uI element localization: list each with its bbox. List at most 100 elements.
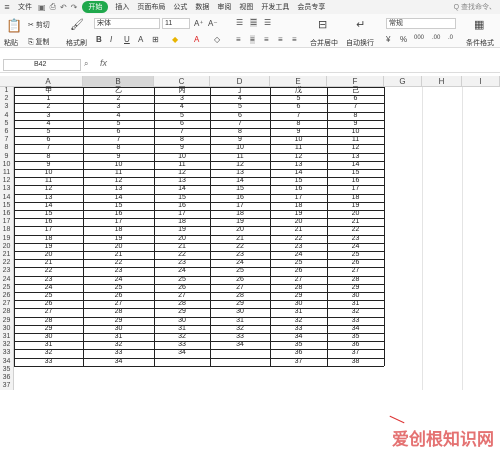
table-cell[interactable]: 12 (210, 161, 270, 169)
table-cell[interactable]: 13 (210, 169, 270, 177)
header-cell[interactable]: 丙 (154, 87, 210, 95)
table-cell[interactable]: 15 (14, 210, 83, 218)
table-cell[interactable]: 22 (210, 243, 270, 251)
font-size-select[interactable]: 11 (162, 18, 190, 29)
tab-7[interactable]: 会员专享 (293, 4, 329, 11)
table-cell[interactable]: 20 (83, 243, 154, 251)
strikethrough-icon[interactable]: A (138, 35, 143, 44)
table-cell[interactable]: 9 (154, 144, 210, 152)
table-cell[interactable]: 14 (14, 202, 83, 210)
search-command[interactable]: Q 查找命令、 (454, 2, 500, 12)
font-color-icon[interactable]: A (194, 35, 199, 44)
table-cell[interactable]: 29 (210, 300, 270, 308)
header-cell[interactable]: 甲 (14, 87, 83, 95)
table-cell[interactable]: 8 (210, 128, 270, 136)
table-cell[interactable]: 11 (154, 161, 210, 169)
table-cell[interactable]: 9 (14, 161, 83, 169)
row-header[interactable]: 6 (0, 128, 14, 137)
percent-icon[interactable]: % (400, 35, 407, 44)
table-cell[interactable]: 20 (14, 251, 83, 259)
row-header[interactable]: 9 (0, 152, 14, 161)
table-cell[interactable]: 32 (154, 333, 210, 341)
table-cell[interactable]: 33 (327, 317, 384, 325)
row-header[interactable]: 27 (0, 300, 14, 309)
font-shrink-icon[interactable]: A⁻ (208, 19, 218, 28)
bold-button[interactable]: B (96, 35, 102, 44)
table-cell[interactable]: 25 (327, 251, 384, 259)
row-header[interactable]: 10 (0, 160, 14, 169)
header-cell[interactable]: 丁 (210, 87, 270, 95)
table-cell[interactable]: 32 (210, 325, 270, 333)
table-cell[interactable]: 5 (14, 128, 83, 136)
table-cell[interactable]: 30 (210, 308, 270, 316)
table-cell[interactable]: 9 (327, 120, 384, 128)
table-cell[interactable]: 9 (270, 128, 327, 136)
table-cell[interactable]: 33 (154, 341, 210, 349)
row-header[interactable]: 33 (0, 349, 14, 358)
decrease-decimal-icon[interactable]: .0 (448, 35, 453, 41)
number-format-select[interactable]: 常规 (386, 18, 456, 29)
row-header[interactable]: 24 (0, 275, 14, 284)
table-cell[interactable]: 22 (14, 267, 83, 275)
wrap-icon[interactable]: ↵ (356, 18, 365, 31)
table-cell[interactable]: 16 (327, 177, 384, 185)
column-header-g[interactable]: G (384, 76, 422, 87)
table-cell[interactable]: 27 (83, 300, 154, 308)
table-cell[interactable]: 29 (14, 325, 83, 333)
table-cell[interactable]: 32 (14, 349, 83, 357)
table-cell[interactable]: 19 (327, 202, 384, 210)
merge-icon[interactable]: ⊟ (318, 18, 327, 31)
table-cell[interactable]: 20 (327, 210, 384, 218)
table-cell[interactable]: 29 (327, 284, 384, 292)
column-header-a[interactable]: A (14, 76, 83, 87)
table-cell[interactable]: 28 (154, 300, 210, 308)
table-cell[interactable]: 4 (83, 112, 154, 120)
table-cell[interactable]: 7 (327, 103, 384, 111)
table-cell[interactable]: 8 (83, 144, 154, 152)
row-header[interactable]: 37 (0, 382, 14, 391)
tab-3[interactable]: 数据 (191, 4, 213, 11)
table-cell[interactable]: 10 (14, 169, 83, 177)
table-cell[interactable]: 22 (154, 251, 210, 259)
table-cell[interactable]: 17 (210, 202, 270, 210)
format-painter-button[interactable]: 格式刷 (66, 38, 87, 48)
table-cell[interactable]: 5 (270, 95, 327, 103)
table-cell[interactable]: 22 (270, 235, 327, 243)
underline-button[interactable]: U (124, 35, 130, 44)
table-cell[interactable]: 25 (154, 276, 210, 284)
row-header[interactable]: 17 (0, 218, 14, 227)
table-cell[interactable]: 21 (270, 226, 327, 234)
table-cell[interactable]: 33 (83, 349, 154, 357)
column-header-e[interactable]: E (270, 76, 327, 87)
table-cell[interactable]: 4 (14, 120, 83, 128)
table-cell[interactable]: 30 (83, 325, 154, 333)
column-header-c[interactable]: C (154, 76, 210, 87)
table-cell[interactable]: 13 (327, 153, 384, 161)
fill-color-icon[interactable]: ◆ (172, 35, 178, 44)
row-header[interactable]: 31 (0, 333, 14, 342)
fx-icon[interactable]: fx (100, 58, 107, 68)
table-cell[interactable]: 17 (270, 194, 327, 202)
zoom-icon[interactable]: ⌕ (84, 59, 88, 69)
table-cell[interactable]: 29 (83, 317, 154, 325)
table-cell[interactable]: 34 (154, 349, 210, 357)
table-cell[interactable]: 10 (154, 153, 210, 161)
row-header[interactable]: 15 (0, 201, 14, 210)
table-cell[interactable]: 23 (14, 276, 83, 284)
table-cell[interactable]: 31 (210, 317, 270, 325)
table-cell[interactable]: 10 (270, 136, 327, 144)
table-cell[interactable]: 29 (154, 308, 210, 316)
table-cell[interactable]: 24 (270, 251, 327, 259)
table-cell[interactable]: 34 (83, 358, 154, 366)
table-cell[interactable]: 36 (270, 349, 327, 357)
table-cell[interactable]: 13 (270, 161, 327, 169)
table-cell[interactable]: 7 (210, 120, 270, 128)
row-header[interactable]: 30 (0, 324, 14, 333)
table-cell[interactable]: 24 (210, 259, 270, 267)
table-cell[interactable]: 35 (327, 333, 384, 341)
tab-0[interactable]: 插入 (111, 4, 133, 11)
table-cell[interactable]: 7 (270, 112, 327, 120)
align-bottom-icon[interactable]: ☰ (264, 18, 271, 27)
table-cell[interactable]: 33 (14, 358, 83, 366)
table-cell[interactable]: 11 (327, 136, 384, 144)
